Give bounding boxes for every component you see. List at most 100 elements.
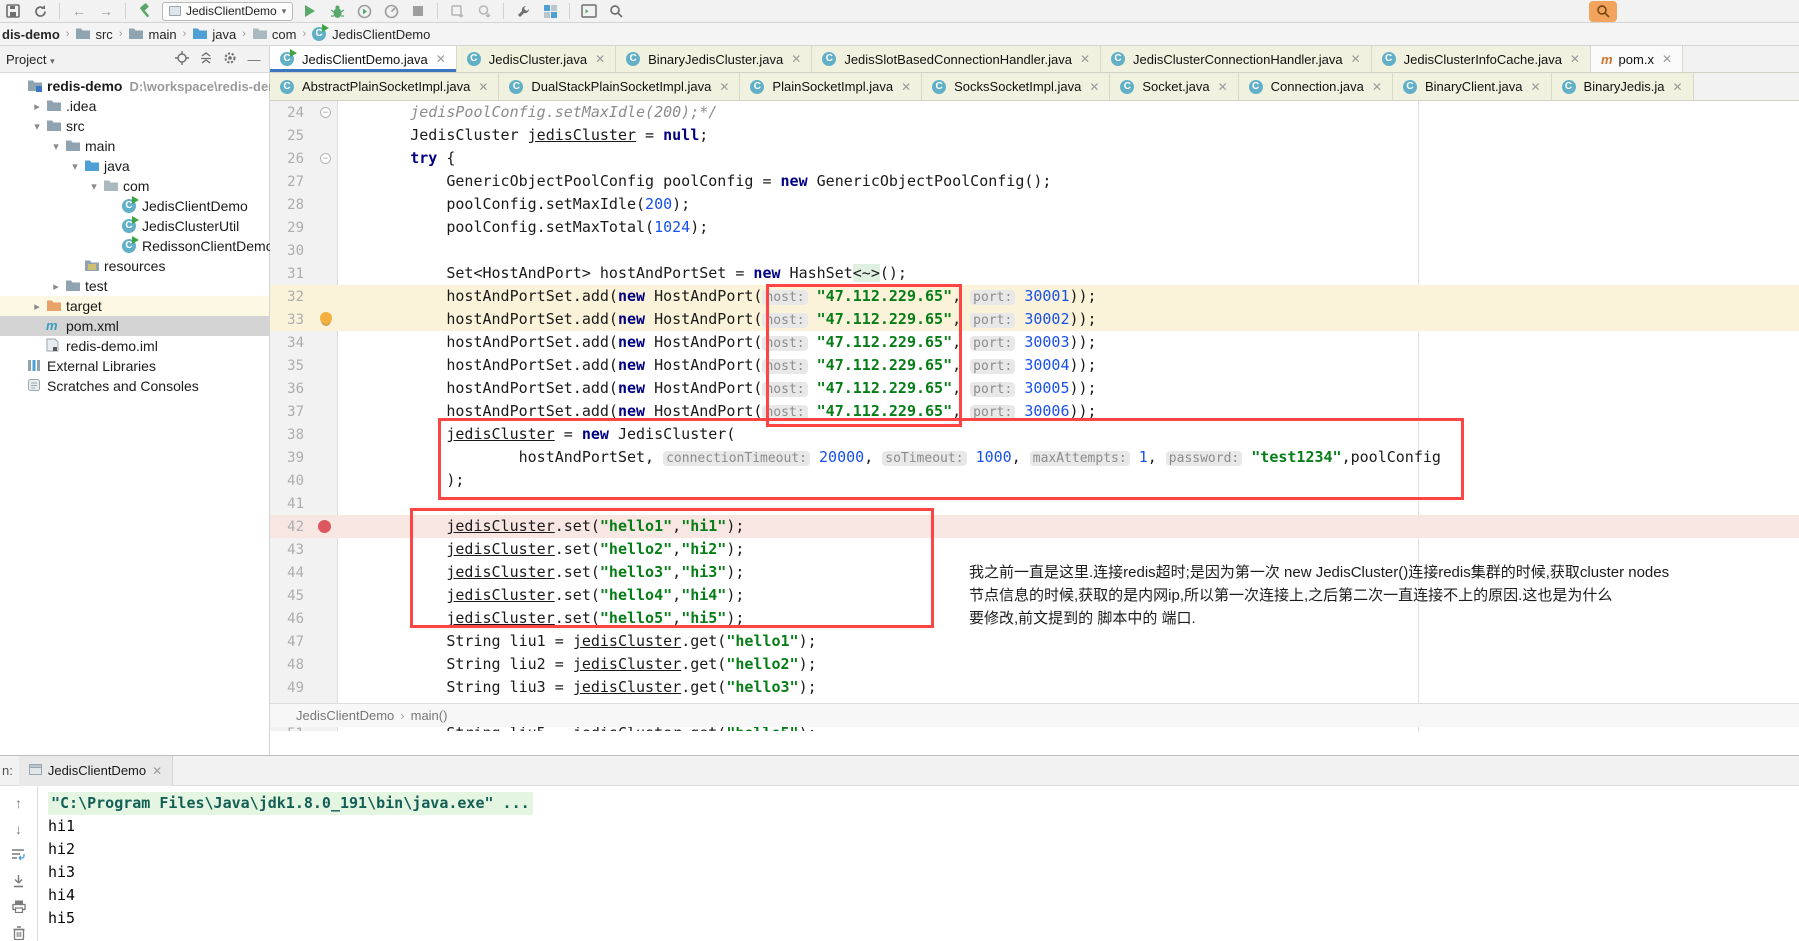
gutter-cell[interactable] <box>314 630 338 653</box>
chevron-right-icon[interactable]: ▸ <box>31 100 43 113</box>
tree-item-java[interactable]: ▾ java <box>0 156 269 176</box>
breadcrumb-item-jedisclientdemo[interactable]: C JedisClientDemo <box>312 24 430 42</box>
gutter-cell[interactable] <box>314 285 338 308</box>
code-line-30[interactable]: 30 <box>270 239 1799 262</box>
close-icon[interactable]: ✕ <box>1372 80 1382 94</box>
gutter-cell[interactable] <box>314 262 338 285</box>
code-line-29[interactable]: 29 poolConfig.setMaxTotal(1024); <box>270 216 1799 239</box>
line-number[interactable]: 29 <box>270 220 314 236</box>
search-highlight-icon[interactable] <box>1589 1 1617 22</box>
code-line-24[interactable]: 24− jedisPoolConfig.setMaxIdle(200);*/ <box>270 101 1799 124</box>
line-number[interactable]: 44 <box>270 565 314 581</box>
editor-tab-sockssocketimpl-java[interactable]: C SocksSocketImpl.java ✕ <box>922 73 1111 100</box>
editor-tab-jedisclusterinfocache-java[interactable]: C JedisClusterInfoCache.java ✕ <box>1371 46 1591 72</box>
code-line-25[interactable]: 25 JedisCluster jedisCluster = null; <box>270 124 1799 147</box>
breadcrumb-item-com[interactable]: com <box>252 26 296 43</box>
scroll-to-end-icon[interactable] <box>12 872 25 889</box>
code-line-33[interactable]: 33 hostAndPortSet.add(new HostAndPort(ho… <box>270 308 1799 331</box>
run-anything-icon[interactable] <box>579 2 599 20</box>
gutter-cell[interactable] <box>314 193 338 216</box>
sync-icon[interactable] <box>30 2 50 20</box>
tree-item-redis-demo[interactable]: redis-demo D:\workspace\redis-demo <box>0 76 288 96</box>
gutter-cell[interactable] <box>314 239 338 262</box>
debug-icon[interactable] <box>327 2 347 20</box>
gutter-cell[interactable] <box>314 492 338 515</box>
editor-tab-socket-java[interactable]: C Socket.java ✕ <box>1110 73 1239 100</box>
line-number[interactable]: 41 <box>270 496 314 512</box>
gear-icon[interactable] <box>221 51 239 68</box>
close-icon[interactable]: ✕ <box>1672 80 1682 94</box>
close-icon[interactable]: ✕ <box>152 764 162 778</box>
hammer-icon[interactable] <box>135 2 155 20</box>
chevron-down-icon[interactable]: ▾ <box>31 120 43 133</box>
breadcrumb-item-main[interactable]: main <box>128 26 177 43</box>
line-number[interactable]: 38 <box>270 427 314 443</box>
project-panel-title[interactable]: Project ▾ <box>6 52 55 67</box>
attach-icon[interactable] <box>447 2 467 20</box>
line-number[interactable]: 49 <box>270 680 314 696</box>
collapse-all-icon[interactable] <box>197 51 215 68</box>
run-tab[interactable]: JedisClientDemo ✕ <box>18 755 174 786</box>
close-icon[interactable]: ✕ <box>791 52 801 66</box>
chevron-down-icon[interactable]: ▾ <box>69 160 81 173</box>
hide-panel-icon[interactable]: — <box>245 52 263 67</box>
tree-item-com[interactable]: ▾ com <box>0 176 269 196</box>
line-number[interactable]: 28 <box>270 197 314 213</box>
up-stack-icon[interactable]: ↑ <box>15 794 22 811</box>
gutter-cell[interactable] <box>314 216 338 239</box>
gutter-cell[interactable] <box>314 469 338 492</box>
gutter-cell[interactable]: − <box>314 101 338 124</box>
trash-icon[interactable] <box>13 924 25 941</box>
line-number[interactable]: 24 <box>270 105 314 121</box>
gutter-cell[interactable] <box>314 308 338 331</box>
tree-item-resources[interactable]: resources <box>0 256 269 276</box>
chevron-right-icon[interactable]: ▸ <box>50 280 62 293</box>
tree-item-target[interactable]: ▸ target <box>0 296 269 316</box>
code-line-48[interactable]: 48 String liu2 = jedisCluster.get("hello… <box>270 653 1799 676</box>
line-number[interactable]: 45 <box>270 588 314 604</box>
line-number[interactable]: 37 <box>270 404 314 420</box>
code-line-36[interactable]: 36 hostAndPortSet.add(new HostAndPort(ho… <box>270 377 1799 400</box>
tree-item-redissonclientdemo[interactable]: C RedissonClientDemo <box>0 236 274 256</box>
close-icon[interactable]: ✕ <box>1218 80 1228 94</box>
line-number[interactable]: 40 <box>270 473 314 489</box>
gutter-cell[interactable] <box>314 561 338 584</box>
editor-tab-dualstackplainsocketimpl-java[interactable]: C DualStackPlainSocketImpl.java ✕ <box>499 73 741 100</box>
back-arrow-icon[interactable]: ← <box>69 2 89 20</box>
editor-tab-pom-x[interactable]: m pom.x ✕ <box>1590 46 1684 72</box>
fold-icon[interactable]: − <box>320 107 331 118</box>
close-icon[interactable]: ✕ <box>1662 52 1672 66</box>
code-line-35[interactable]: 35 hostAndPortSet.add(new HostAndPort(ho… <box>270 354 1799 377</box>
line-number[interactable]: 31 <box>270 266 314 282</box>
gutter-cell[interactable] <box>314 538 338 561</box>
forward-arrow-icon[interactable]: → <box>96 2 116 20</box>
gutter-cell[interactable] <box>314 170 338 193</box>
line-number[interactable]: 25 <box>270 128 314 144</box>
close-icon[interactable]: ✕ <box>1080 52 1090 66</box>
close-icon[interactable]: ✕ <box>719 80 729 94</box>
run-icon[interactable] <box>300 2 320 20</box>
editor-tab-binaryjedis-ja[interactable]: C BinaryJedis.ja ✕ <box>1551 73 1694 100</box>
code-line-28[interactable]: 28 poolConfig.setMaxIdle(200); <box>270 193 1799 216</box>
locate-icon[interactable] <box>173 50 191 68</box>
gutter-cell[interactable] <box>314 446 338 469</box>
stop-icon[interactable] <box>408 2 428 20</box>
print-icon[interactable] <box>11 898 26 915</box>
breadcrumb-item-java[interactable]: java <box>192 26 236 43</box>
code-editor[interactable]: 24− jedisPoolConfig.setMaxIdle(200);*/25… <box>270 101 1799 731</box>
tree-item-pom-xml[interactable]: m pom.xml <box>0 316 269 336</box>
breadcrumb-method[interactable]: main() <box>411 708 448 723</box>
breadcrumb-item-dis-demo[interactable]: dis-demo <box>2 27 60 42</box>
tree-item-jedisclientdemo[interactable]: C JedisClientDemo <box>0 196 269 216</box>
close-icon[interactable]: ✕ <box>1351 52 1361 66</box>
tree-item-scratches-and-consoles[interactable]: Scratches and Consoles <box>0 376 269 396</box>
gutter-cell[interactable] <box>314 377 338 400</box>
close-icon[interactable]: ✕ <box>1089 80 1099 94</box>
line-number[interactable]: 34 <box>270 335 314 351</box>
gutter-cell[interactable]: − <box>314 147 338 170</box>
code-line-26[interactable]: 26− try { <box>270 147 1799 170</box>
tree-item-jedisclusterutil[interactable]: C JedisClusterUtil <box>0 216 269 236</box>
down-stack-icon[interactable]: ↓ <box>15 820 22 837</box>
chevron-right-icon[interactable]: ▸ <box>31 300 43 313</box>
close-icon[interactable]: ✕ <box>478 80 488 94</box>
